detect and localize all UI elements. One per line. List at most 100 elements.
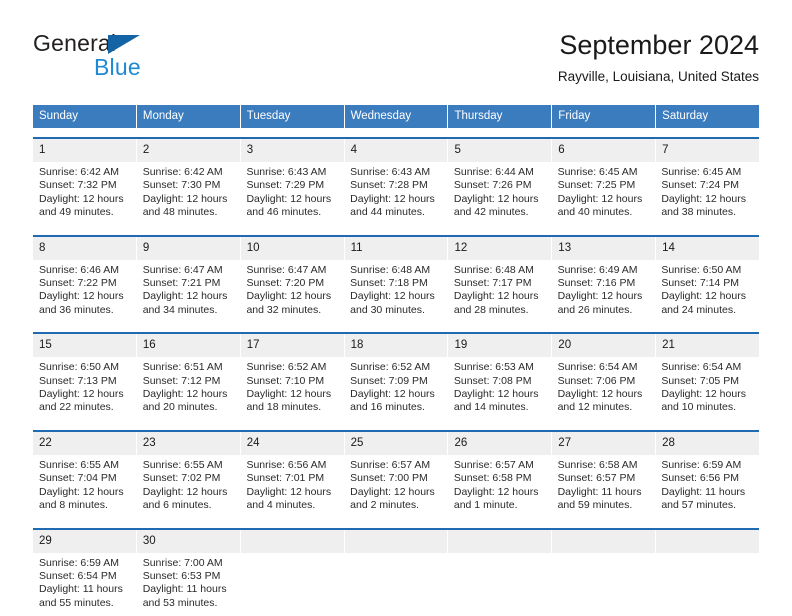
calendar-week-row: 8 9 10 11 12 13 14 Sunrise: 6:46 AM Suns… (33, 235, 759, 324)
day-cell[interactable]: Sunrise: 6:46 AM Sunset: 7:22 PM Dayligh… (33, 260, 137, 324)
day-cell[interactable]: Sunrise: 6:54 AM Sunset: 7:06 PM Dayligh… (552, 357, 656, 421)
day-cell[interactable]: Sunrise: 6:52 AM Sunset: 7:09 PM Dayligh… (344, 357, 448, 421)
daylight-text: Daylight: 12 hours and 48 minutes. (143, 193, 235, 220)
day-cell[interactable]: Sunrise: 6:57 AM Sunset: 7:00 PM Dayligh… (344, 455, 448, 519)
sunset-text: Sunset: 7:12 PM (143, 375, 235, 388)
day-number-empty (241, 530, 345, 553)
sunrise-text: Sunrise: 6:54 AM (558, 361, 650, 374)
day-number[interactable]: 26 (448, 432, 552, 455)
day-number[interactable]: 11 (345, 237, 449, 260)
sunrise-text: Sunrise: 6:42 AM (143, 166, 235, 179)
day-cell[interactable]: Sunrise: 6:45 AM Sunset: 7:24 PM Dayligh… (655, 162, 759, 226)
daylight-text: Daylight: 12 hours and 46 minutes. (246, 193, 338, 220)
day-cell[interactable]: Sunrise: 6:45 AM Sunset: 7:25 PM Dayligh… (552, 162, 656, 226)
daylight-text: Daylight: 11 hours and 57 minutes. (661, 486, 753, 513)
sunset-text: Sunset: 7:30 PM (143, 179, 235, 192)
day-number[interactable]: 30 (137, 530, 241, 553)
day-cell[interactable]: Sunrise: 6:55 AM Sunset: 7:02 PM Dayligh… (137, 455, 241, 519)
day-number[interactable]: 18 (345, 334, 449, 357)
day-cell[interactable]: Sunrise: 6:56 AM Sunset: 7:01 PM Dayligh… (240, 455, 344, 519)
day-number[interactable]: 22 (33, 432, 137, 455)
day-number[interactable]: 29 (33, 530, 137, 553)
sunset-text: Sunset: 7:14 PM (661, 277, 753, 290)
day-cell[interactable]: Sunrise: 6:42 AM Sunset: 7:32 PM Dayligh… (33, 162, 137, 226)
day-cell[interactable]: Sunrise: 6:59 AM Sunset: 6:56 PM Dayligh… (655, 455, 759, 519)
day-number[interactable]: 20 (552, 334, 656, 357)
sunset-text: Sunset: 7:01 PM (246, 472, 338, 485)
daylight-text: Daylight: 12 hours and 32 minutes. (246, 290, 338, 317)
day-number[interactable]: 5 (448, 139, 552, 162)
sunrise-text: Sunrise: 6:50 AM (661, 264, 753, 277)
day-number[interactable]: 3 (241, 139, 345, 162)
day-cell[interactable]: Sunrise: 6:52 AM Sunset: 7:10 PM Dayligh… (240, 357, 344, 421)
day-cell[interactable]: Sunrise: 6:50 AM Sunset: 7:14 PM Dayligh… (655, 260, 759, 324)
day-number[interactable]: 17 (241, 334, 345, 357)
sunset-text: Sunset: 7:20 PM (246, 277, 338, 290)
day-number[interactable]: 23 (137, 432, 241, 455)
day-cell[interactable]: Sunrise: 6:55 AM Sunset: 7:04 PM Dayligh… (33, 455, 137, 519)
sunrise-text: Sunrise: 6:47 AM (143, 264, 235, 277)
day-number[interactable]: 27 (552, 432, 656, 455)
day-cell[interactable]: Sunrise: 6:53 AM Sunset: 7:08 PM Dayligh… (448, 357, 552, 421)
sunrise-text: Sunrise: 7:00 AM (143, 557, 235, 570)
daylight-text: Daylight: 12 hours and 36 minutes. (39, 290, 131, 317)
daylight-text: Daylight: 12 hours and 40 minutes. (558, 193, 650, 220)
day-number[interactable]: 2 (137, 139, 241, 162)
day-cell[interactable]: Sunrise: 6:58 AM Sunset: 6:57 PM Dayligh… (552, 455, 656, 519)
day-number[interactable]: 1 (33, 139, 137, 162)
daylight-text: Daylight: 12 hours and 2 minutes. (350, 486, 442, 513)
general-blue-logo[interactable]: General Blue (33, 30, 233, 82)
day-number[interactable]: 19 (448, 334, 552, 357)
day-number[interactable]: 21 (656, 334, 759, 357)
daylight-text: Daylight: 12 hours and 20 minutes. (143, 388, 235, 415)
day-number[interactable]: 13 (552, 237, 656, 260)
day-number[interactable]: 8 (33, 237, 137, 260)
weekday-header-friday: Friday (552, 105, 656, 128)
day-cell[interactable]: Sunrise: 6:50 AM Sunset: 7:13 PM Dayligh… (33, 357, 137, 421)
calendar-week-row: 1 2 3 4 5 6 7 Sunrise: 6:42 AM Sunset: 7… (33, 137, 759, 226)
day-cell[interactable]: Sunrise: 6:57 AM Sunset: 6:58 PM Dayligh… (448, 455, 552, 519)
daylight-text: Daylight: 12 hours and 34 minutes. (143, 290, 235, 317)
day-number[interactable]: 10 (241, 237, 345, 260)
day-cell[interactable]: Sunrise: 6:48 AM Sunset: 7:17 PM Dayligh… (448, 260, 552, 324)
day-cell-empty (655, 553, 759, 616)
daylight-text: Daylight: 12 hours and 10 minutes. (661, 388, 753, 415)
day-number[interactable]: 15 (33, 334, 137, 357)
day-cell[interactable]: Sunrise: 6:49 AM Sunset: 7:16 PM Dayligh… (552, 260, 656, 324)
day-number[interactable]: 24 (241, 432, 345, 455)
sunrise-text: Sunrise: 6:45 AM (558, 166, 650, 179)
day-number[interactable]: 6 (552, 139, 656, 162)
day-cell[interactable]: Sunrise: 6:47 AM Sunset: 7:20 PM Dayligh… (240, 260, 344, 324)
day-cell[interactable]: Sunrise: 6:43 AM Sunset: 7:29 PM Dayligh… (240, 162, 344, 226)
daylight-text: Daylight: 12 hours and 24 minutes. (661, 290, 753, 317)
sunset-text: Sunset: 6:56 PM (661, 472, 753, 485)
daylight-text: Daylight: 12 hours and 12 minutes. (558, 388, 650, 415)
day-number[interactable]: 14 (656, 237, 759, 260)
sunset-text: Sunset: 7:10 PM (246, 375, 338, 388)
sunrise-text: Sunrise: 6:54 AM (661, 361, 753, 374)
day-number-empty (656, 530, 759, 553)
day-number[interactable]: 12 (448, 237, 552, 260)
day-cell[interactable]: Sunrise: 6:48 AM Sunset: 7:18 PM Dayligh… (344, 260, 448, 324)
day-cell[interactable]: Sunrise: 7:00 AM Sunset: 6:53 PM Dayligh… (137, 553, 241, 616)
day-number[interactable]: 25 (345, 432, 449, 455)
day-number[interactable]: 16 (137, 334, 241, 357)
weekday-header-wednesday: Wednesday (345, 105, 449, 128)
day-number[interactable]: 4 (345, 139, 449, 162)
day-cell[interactable]: Sunrise: 6:42 AM Sunset: 7:30 PM Dayligh… (137, 162, 241, 226)
day-cell[interactable]: Sunrise: 6:47 AM Sunset: 7:21 PM Dayligh… (137, 260, 241, 324)
day-cell[interactable]: Sunrise: 6:43 AM Sunset: 7:28 PM Dayligh… (344, 162, 448, 226)
day-number[interactable]: 28 (656, 432, 759, 455)
weekday-header-sunday: Sunday (33, 105, 137, 128)
sunrise-text: Sunrise: 6:48 AM (454, 264, 546, 277)
day-number[interactable]: 7 (656, 139, 759, 162)
day-cell[interactable]: Sunrise: 6:54 AM Sunset: 7:05 PM Dayligh… (655, 357, 759, 421)
day-number[interactable]: 9 (137, 237, 241, 260)
daylight-text: Daylight: 11 hours and 55 minutes. (39, 583, 131, 610)
daylight-text: Daylight: 12 hours and 16 minutes. (350, 388, 442, 415)
day-cell[interactable]: Sunrise: 6:59 AM Sunset: 6:54 PM Dayligh… (33, 553, 137, 616)
sunrise-text: Sunrise: 6:59 AM (39, 557, 131, 570)
daylight-text: Daylight: 12 hours and 30 minutes. (350, 290, 442, 317)
day-cell[interactable]: Sunrise: 6:44 AM Sunset: 7:26 PM Dayligh… (448, 162, 552, 226)
day-cell[interactable]: Sunrise: 6:51 AM Sunset: 7:12 PM Dayligh… (137, 357, 241, 421)
